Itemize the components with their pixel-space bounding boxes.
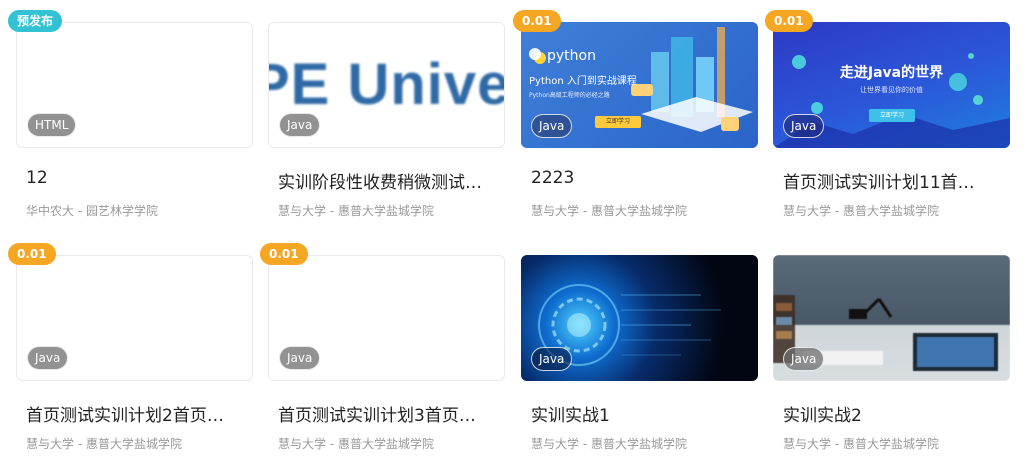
prerelease-badge: 预发布 bbox=[8, 10, 63, 32]
course-school: 慧与大学 - 惠普大学盐城学院 bbox=[26, 437, 182, 451]
category-tag: Java bbox=[279, 346, 321, 370]
course-title[interactable]: 首页测试实训计划3首页… bbox=[278, 401, 503, 426]
python-logo-text: python bbox=[547, 48, 596, 64]
category-tag: Java bbox=[783, 347, 825, 371]
course-card[interactable]: Java 实训实战1 慧与大学 - 惠普大学盐城学院 bbox=[521, 243, 758, 463]
course-title[interactable]: 首页测试实训计划2首页… bbox=[26, 401, 251, 426]
course-school: 华中农大 - 园艺林学学院 bbox=[26, 204, 158, 218]
category-tag: HTML bbox=[27, 113, 77, 137]
course-thumbnail[interactable]: Java bbox=[521, 255, 758, 381]
course-card[interactable]: 0.01 Java 首页测试实训计划2首页… 慧与大学 - 惠普大学盐城学院 bbox=[8, 243, 253, 463]
course-card[interactable]: 0.01 python Python 入门到实战课程 Python高级工程师的必… bbox=[513, 10, 758, 230]
price-badge: 0.01 bbox=[765, 10, 813, 32]
banner-heading: Python 入门到实战课程 bbox=[529, 76, 637, 87]
course-card[interactable]: Java 实训实战2 慧与大学 - 惠普大学盐城学院 bbox=[773, 243, 1010, 463]
category-tag: Java bbox=[531, 347, 573, 371]
course-title[interactable]: 实训实战1 bbox=[531, 401, 756, 426]
banner-subheading: Python高级工程师的必经之路 bbox=[529, 92, 610, 99]
course-school: 慧与大学 - 惠普大学盐城学院 bbox=[783, 437, 939, 451]
course-school: 慧与大学 - 惠普大学盐城学院 bbox=[278, 204, 434, 218]
course-thumbnail[interactable]: HTML bbox=[16, 22, 253, 148]
course-school: 慧与大学 - 惠普大学盐城学院 bbox=[783, 204, 939, 218]
course-card[interactable]: PE Univer Java 实训阶段性收费稍微测试… 慧与大学 - 惠普大学盐… bbox=[268, 10, 505, 230]
category-tag: Java bbox=[27, 346, 69, 370]
course-thumbnail[interactable]: python Python 入门到实战课程 Python高级工程师的必经之路 立… bbox=[521, 22, 758, 148]
course-card[interactable]: 0.01 走进Java的世界 让世界看见你的价值 立即学习 Java 首页测试实… bbox=[765, 10, 1010, 230]
course-title[interactable]: 12 bbox=[26, 168, 251, 188]
course-title[interactable]: 2223 bbox=[531, 168, 756, 188]
course-thumbnail[interactable]: Java bbox=[773, 255, 1010, 381]
price-badge: 0.01 bbox=[513, 10, 561, 32]
category-tag: Java bbox=[531, 114, 573, 138]
course-school: 慧与大学 - 惠普大学盐城学院 bbox=[531, 204, 687, 218]
course-school: 慧与大学 - 惠普大学盐城学院 bbox=[278, 437, 434, 451]
course-school: 慧与大学 - 惠普大学盐城学院 bbox=[531, 437, 687, 451]
course-title[interactable]: 实训实战2 bbox=[783, 401, 1008, 426]
course-thumbnail[interactable]: PE Univer Java bbox=[268, 22, 505, 148]
banner-cta: 立即学习 bbox=[595, 116, 641, 128]
banner-heading: 走进Java的世界 bbox=[839, 65, 944, 81]
price-badge: 0.01 bbox=[260, 243, 308, 265]
price-badge: 0.01 bbox=[8, 243, 56, 265]
banner-text: PE Univer bbox=[269, 52, 504, 117]
course-title[interactable]: 实训阶段性收费稍微测试… bbox=[278, 168, 503, 193]
course-thumbnail[interactable]: Java bbox=[16, 255, 253, 381]
banner-subheading: 让世界看见你的价值 bbox=[860, 86, 923, 94]
course-thumbnail[interactable]: Java bbox=[268, 255, 505, 381]
category-tag: Java bbox=[279, 113, 321, 137]
category-tag: Java bbox=[783, 114, 825, 138]
course-title[interactable]: 首页测试实训计划11首… bbox=[783, 168, 1008, 193]
course-card[interactable]: 0.01 Java 首页测试实训计划3首页… 慧与大学 - 惠普大学盐城学院 bbox=[260, 243, 505, 463]
course-card[interactable]: 预发布 HTML 12 华中农大 - 园艺林学学院 bbox=[8, 10, 253, 230]
banner-cta: 立即学习 bbox=[869, 109, 915, 122]
course-thumbnail[interactable]: 走进Java的世界 让世界看见你的价值 立即学习 Java bbox=[773, 22, 1010, 148]
